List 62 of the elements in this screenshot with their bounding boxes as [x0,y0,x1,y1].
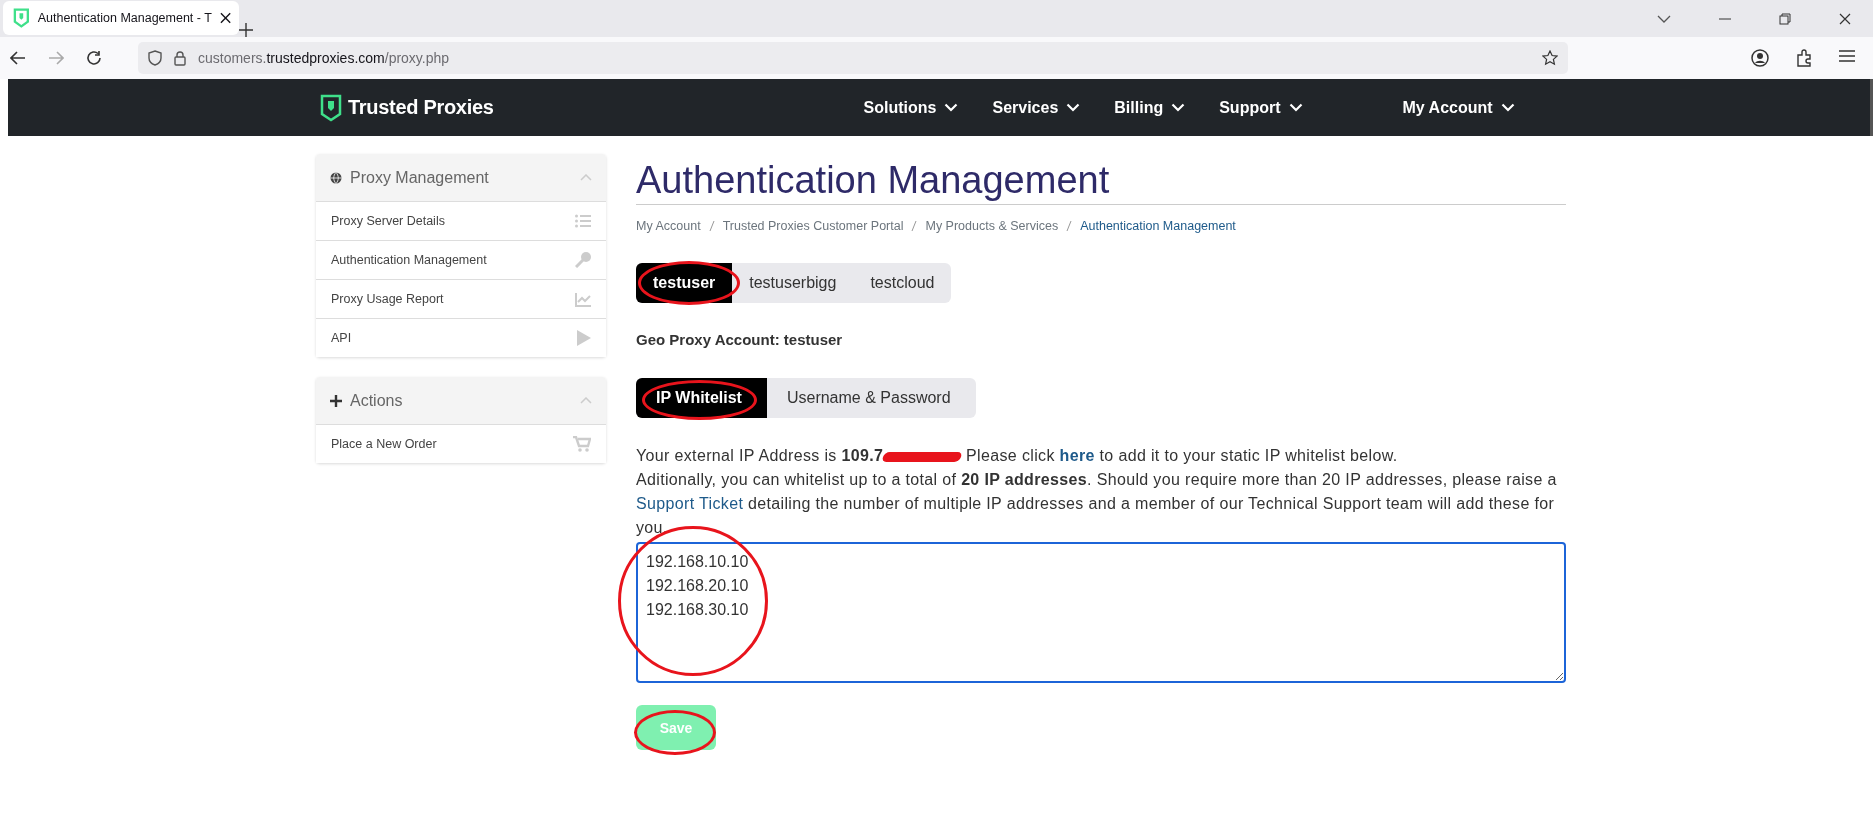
breadcrumb-link[interactable]: Authentication Management [1080,219,1236,233]
brand-name[interactable]: Trusted Proxies [348,96,494,119]
sidebar-item[interactable]: Authentication Management [316,240,606,279]
chevron-down-icon[interactable] [1657,14,1671,23]
sidebar-item[interactable]: Place a New Order [316,424,606,463]
mode-tab[interactable]: IP Whitelist [636,378,767,418]
shield-icon [148,50,162,66]
chevron-down-icon [1500,103,1515,112]
account-tab[interactable]: testuserbigg [732,263,854,303]
page-title: Authentication Management [636,154,1566,205]
breadcrumb-link[interactable]: My Account [636,219,701,233]
panel-title: Actions [350,391,404,410]
play-icon [576,330,591,346]
intro-text: Your external IP Address is 109.7 Please click here to add it to your static IP whitelist below. [636,446,1399,466]
chevron-down-icon [1288,103,1303,112]
breadcrumb-separator-icon [1066,220,1073,232]
panel-title: Proxy Management [350,168,490,187]
globe-icon [330,171,342,184]
sidebar-item[interactable]: API [316,318,606,357]
nav-menu-item[interactable]: Solutions [863,98,959,117]
url-text: customers.trustedproxies.com/proxy.php [198,50,451,66]
nav-menu-item[interactable]: My Account [1402,98,1515,117]
puzzle-icon[interactable] [1795,49,1813,67]
mode-tab[interactable]: Username & Password [766,378,976,418]
breadcrumb-separator-icon [708,220,715,232]
nav-menu-item[interactable]: Billing [1114,98,1186,117]
shield-icon [13,7,30,29]
chevron-down-icon [944,103,959,112]
breadcrumb-separator-icon [911,220,918,232]
plus-icon [330,394,342,407]
star-icon[interactable] [1542,50,1558,66]
restore-icon[interactable] [1779,12,1791,25]
note-text: Aditionally, you can whitelist up to a total of 20 IP addresses. Should you require more than 20 IP addresses, please raise a Support Ticket detailing the number of multiple IP addresses and a member of our Technical Support team will add these for you. [636,470,1558,538]
account-tab[interactable]: testcloud [853,263,952,303]
lock-icon [174,50,186,66]
account-heading: Geo Proxy Account: testuser [636,331,844,348]
chart-icon [575,291,591,307]
shield-logo-icon [320,93,342,122]
cart-icon [573,436,591,452]
plus-icon[interactable] [239,23,253,37]
breadcrumb-link[interactable]: My Products & Services [925,219,1059,233]
back-icon[interactable] [10,51,26,65]
account-icon[interactable] [1751,49,1769,67]
key-icon [575,252,591,268]
support-ticket-link[interactable]: Support Ticket [636,495,744,512]
sidebar-item[interactable]: Proxy Usage Report [316,279,606,318]
breadcrumb-link[interactable]: Trusted Proxies Customer Portal [722,219,904,233]
browser-tab[interactable]: Authentication Management - T [3,1,239,35]
sidebar-item[interactable]: Proxy Server Details [316,201,606,240]
close-icon[interactable] [1839,12,1851,25]
chevron-down-icon [1171,103,1186,112]
chevron-down-icon [1066,103,1081,112]
nav-menu-item[interactable]: Services [992,98,1081,117]
close-icon[interactable] [219,12,231,24]
nav-menu-item[interactable]: Support [1219,98,1303,117]
here-link[interactable]: here [1059,447,1095,464]
address-bar[interactable]: customers.trustedproxies.com/proxy.php [138,42,1568,74]
minimize-icon[interactable] [1719,17,1731,20]
reload-icon[interactable] [86,50,102,66]
menu-icon[interactable] [1839,49,1855,63]
ip-whitelist-field[interactable]: 192.168.10.10 192.168.20.10 192.168.30.10 [636,542,1566,683]
list-icon [575,214,591,228]
